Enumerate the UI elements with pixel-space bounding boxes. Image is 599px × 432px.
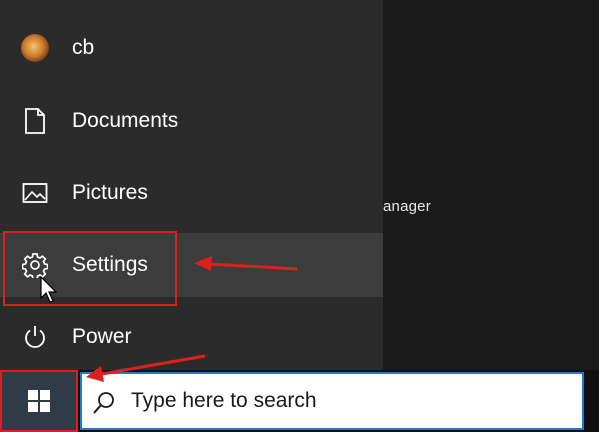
taskbar: Type here to search <box>0 370 599 432</box>
desktop-screen: anager cb Documents Pictures Settings Po… <box>0 0 599 432</box>
power-icon <box>20 322 50 352</box>
documents-label: Documents <box>72 109 179 132</box>
pictures-label: Pictures <box>72 181 148 204</box>
background-window <box>383 0 599 370</box>
start-menu-pictures[interactable]: Pictures <box>0 161 383 225</box>
power-label: Power <box>72 325 132 348</box>
background-app-text: anager <box>383 198 431 215</box>
document-icon <box>20 106 50 136</box>
search-icon <box>90 389 118 417</box>
start-menu: cb Documents Pictures Settings Power <box>0 0 383 370</box>
start-menu-user[interactable]: cb <box>0 16 383 80</box>
search-placeholder: Type here to search <box>131 389 317 412</box>
mouse-cursor-icon <box>40 276 58 303</box>
avatar <box>20 33 50 63</box>
settings-highlight-box <box>3 231 177 306</box>
user-name-label: cb <box>72 36 95 59</box>
start-highlight-box <box>0 370 78 432</box>
search-input[interactable]: Type here to search <box>80 372 584 430</box>
pictures-icon <box>20 178 50 208</box>
start-menu-power[interactable]: Power <box>0 305 383 369</box>
start-menu-documents[interactable]: Documents <box>0 89 383 153</box>
